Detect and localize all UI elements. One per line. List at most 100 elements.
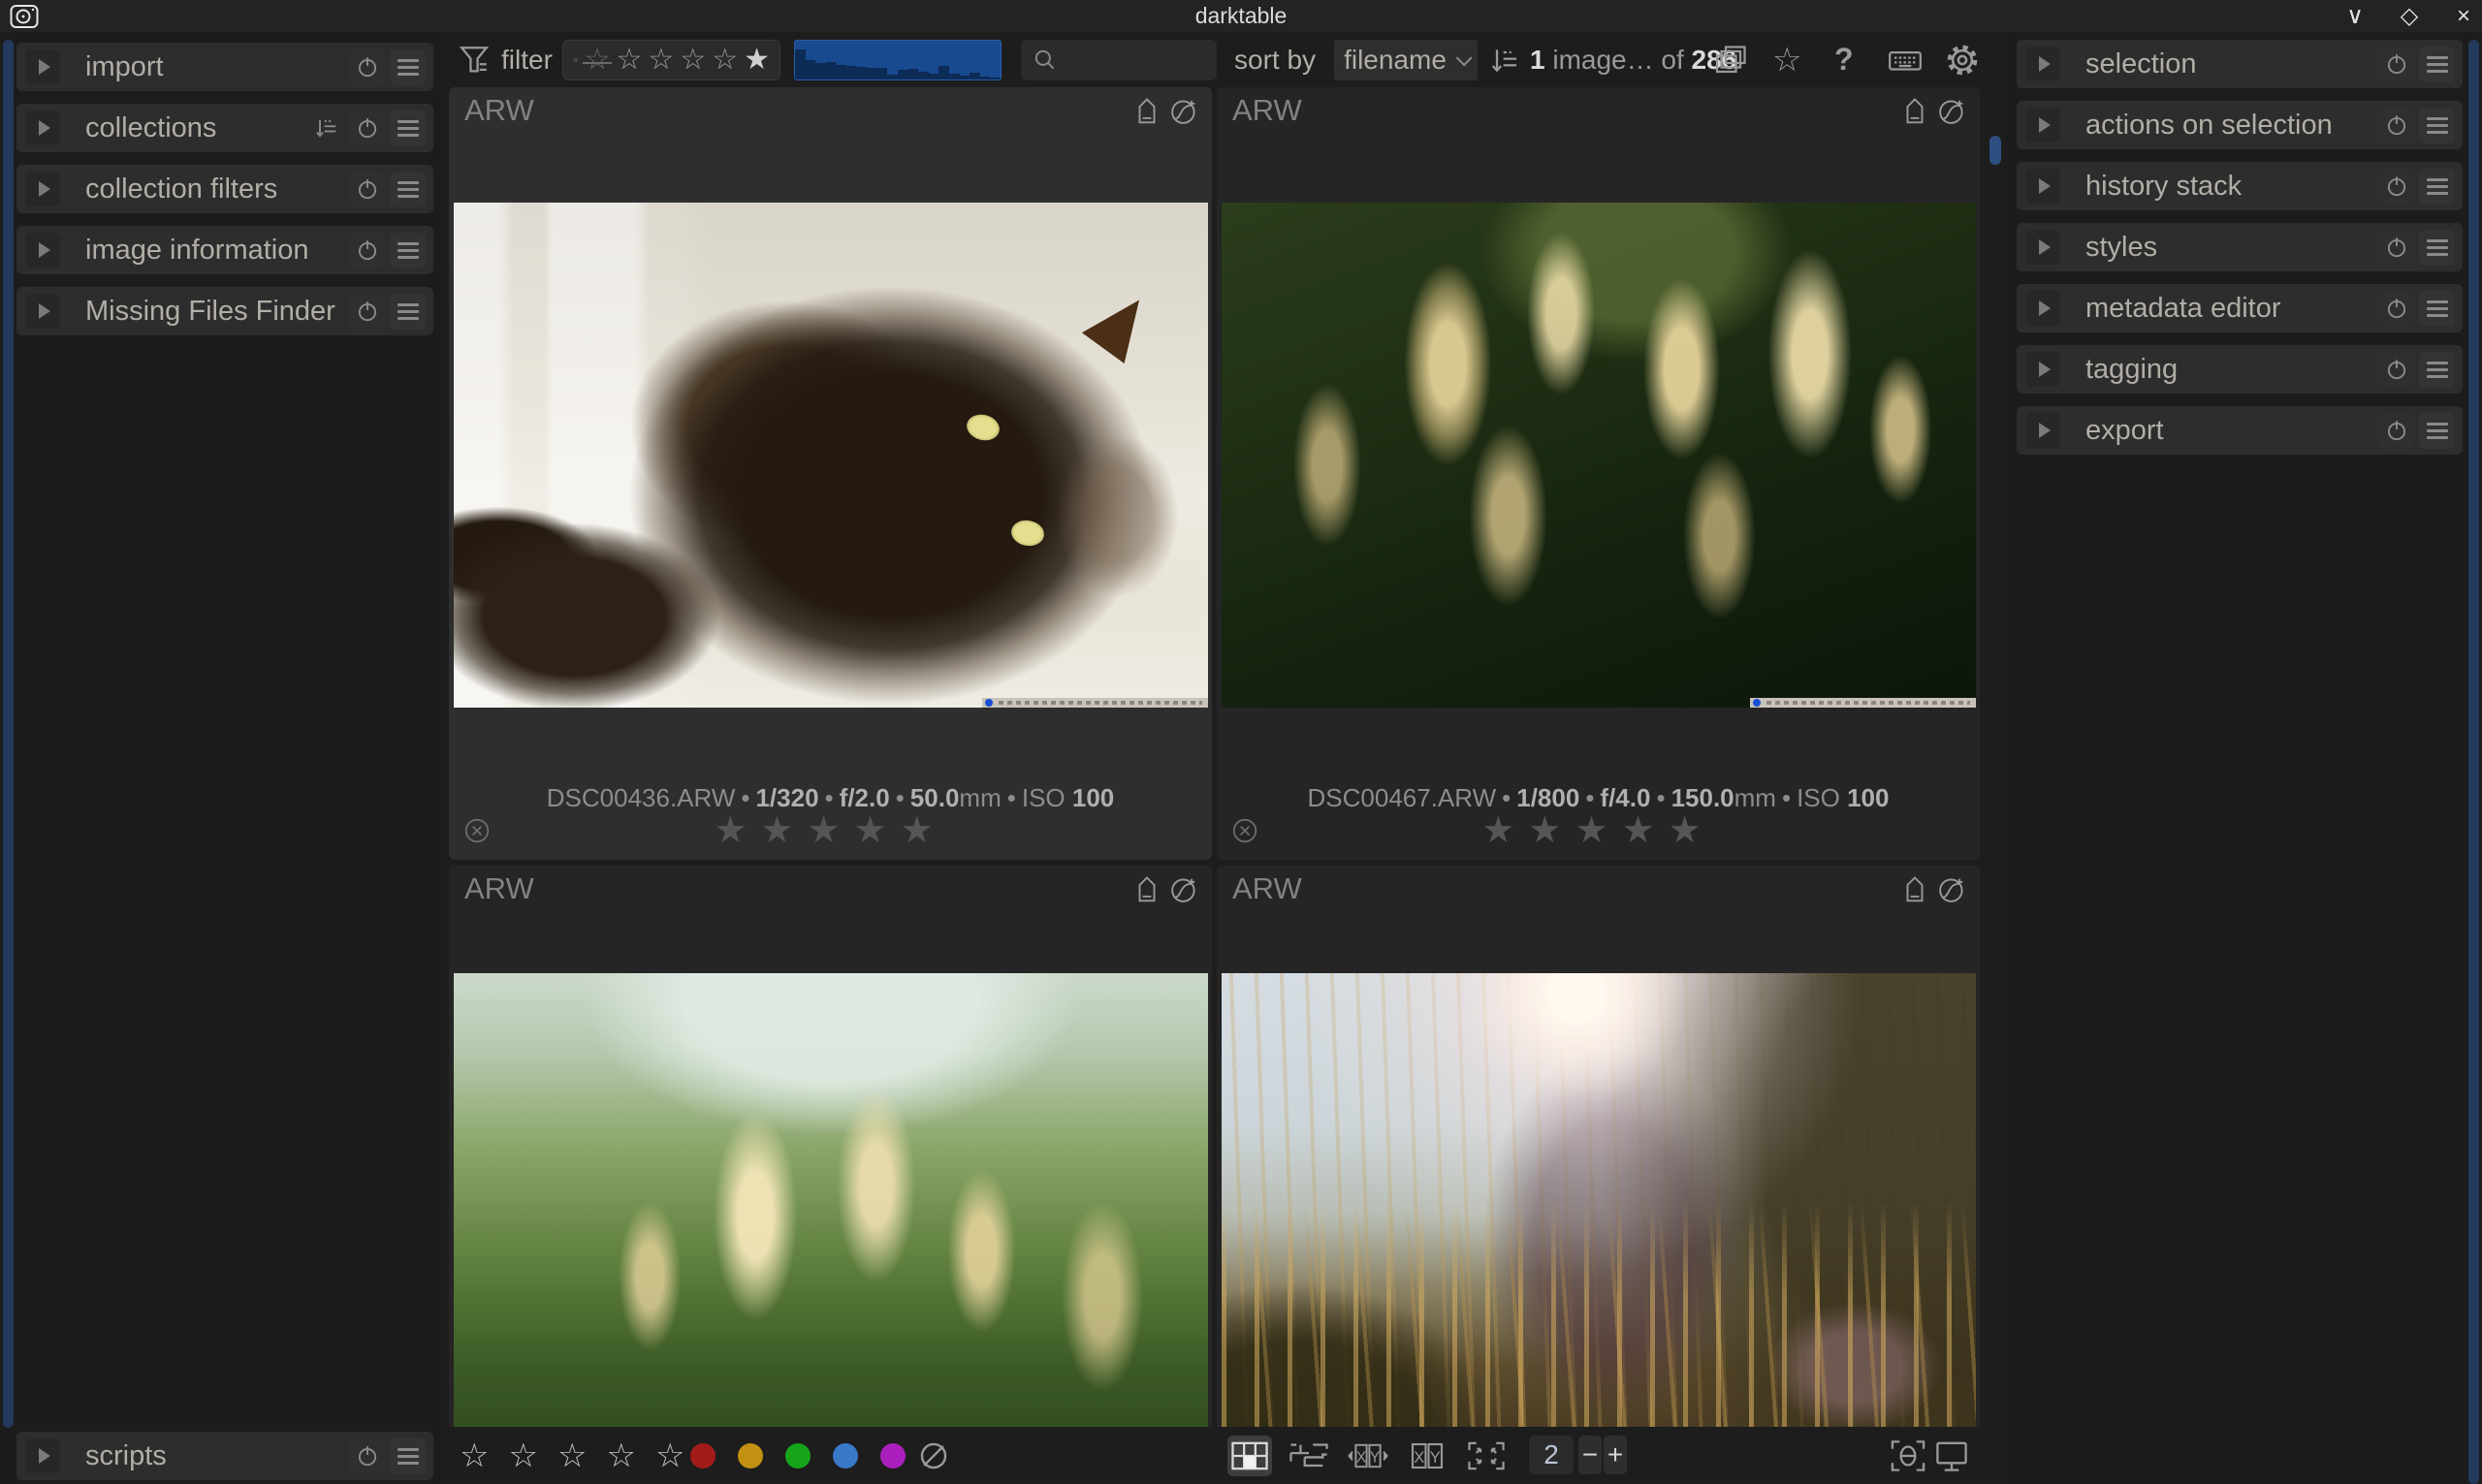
help-icon[interactable]: ? [1834,32,1854,87]
thumbnail-image-dsc00467[interactable] [1222,203,1976,708]
reset-icon[interactable] [349,49,385,85]
thumbnail-cell-4[interactable]: ARW [1217,866,1980,1427]
star-rating[interactable]: ★★★★★ [449,812,1212,849]
presets-menu-icon[interactable] [390,294,426,330]
presets-menu-icon[interactable] [2419,47,2455,82]
rating-star-1[interactable]: ☆ [460,1437,489,1475]
expand-arrow-icon[interactable] [25,233,60,268]
presets-menu-icon[interactable] [2419,291,2455,327]
panel-metadata-editor[interactable]: metadata editor [2017,284,2463,332]
thumbnail-image[interactable] [1222,973,1976,1427]
panel-tagging[interactable]: tagging [2017,345,2463,394]
reset-icon[interactable] [2378,108,2414,143]
panel-export[interactable]: export [2017,406,2463,455]
color-label-red[interactable] [690,1443,716,1468]
sort-icon[interactable] [308,111,344,146]
search-input[interactable] [1021,40,1217,80]
expand-arrow-icon[interactable] [2025,291,2060,326]
expand-arrow-icon[interactable] [25,49,60,84]
panel-collections[interactable]: collections [16,104,433,152]
thumbnail-cell-1[interactable]: ARW DSC00436.ARW•1/320•f/2.0•50.0mm•ISO … [449,87,1212,860]
presets-menu-icon[interactable] [2419,169,2455,205]
presets-menu-icon[interactable] [2419,230,2455,266]
color-label-green[interactable] [785,1443,811,1468]
star-rating[interactable]: ★★★★★ [1217,812,1980,849]
reset-icon[interactable] [2378,169,2414,205]
panel-missing-files-finder[interactable]: Missing Files Finder [16,287,433,335]
filter-star-strike[interactable]: ☆ [585,46,611,75]
thumbnail-image[interactable] [454,973,1208,1427]
clear-color-label-icon[interactable] [917,1427,950,1484]
color-label-purple[interactable] [880,1443,906,1468]
expand-arrow-icon[interactable] [25,1438,60,1473]
filter-star-outline[interactable]: ☆ [712,46,738,75]
minimize-button[interactable]: ∨ [2342,0,2368,32]
culling-dynamic-button[interactable]: X Y [1346,1436,1390,1476]
presets-menu-icon[interactable] [2419,413,2455,449]
panel-history-stack[interactable]: history stack [2017,162,2463,210]
filter-star-outline[interactable]: ☆ [648,46,674,75]
color-label-blue[interactable] [833,1443,858,1468]
reset-icon[interactable] [2378,47,2414,82]
panel-selection[interactable]: selection [2017,40,2463,88]
scrollbar-thumb[interactable] [1989,136,2001,165]
expand-arrow-icon[interactable] [2025,169,2060,204]
reset-icon[interactable] [349,233,385,268]
left-panel-handle[interactable] [3,40,14,1428]
expand-arrow-icon[interactable] [2025,230,2060,265]
filter-star-outline[interactable]: ☆ [680,46,706,75]
rating-star-5[interactable]: ☆ [655,1437,684,1475]
color-labels-bar[interactable] [690,1427,906,1484]
zoom-in-button[interactable]: + [1604,1436,1627,1474]
grouping-icon[interactable] [1714,32,1749,87]
reset-icon[interactable] [2378,352,2414,388]
zoom-out-button[interactable]: − [1578,1436,1602,1474]
reset-icon[interactable] [349,1438,385,1474]
thumbnail-cell-2[interactable]: ARW DSC00467.ARW•1/800•f/4.0•150.0mm•ISO… [1217,87,1980,860]
culling-fixed-button[interactable]: X Y [1405,1436,1449,1476]
thumbnail-cell-3[interactable]: ARW [449,866,1212,1427]
sort-field-dropdown[interactable]: filename [1334,40,1478,80]
color-label-yellow[interactable] [738,1443,763,1468]
zoom-level-value[interactable]: 2 [1529,1436,1574,1474]
thumbnail-image-dsc00436[interactable] [454,203,1208,708]
expand-arrow-icon[interactable] [2025,108,2060,142]
panel-collection-filters[interactable]: collection filters [16,165,433,213]
reset-icon[interactable] [349,294,385,330]
grid-scrollbar[interactable] [1989,87,2001,1427]
full-preview-button[interactable] [1464,1436,1509,1476]
presets-menu-icon[interactable] [390,172,426,207]
rating-star-2[interactable]: ☆ [508,1437,537,1475]
rating-filter[interactable]: ☆☆☆☆☆★ [562,40,780,80]
display-profile-button[interactable] [1933,1427,1970,1484]
focus-peaking-button[interactable] [1890,1427,1926,1484]
close-button[interactable]: × [2451,0,2476,32]
panel-actions-on-selection[interactable]: actions on selection [2017,101,2463,149]
rating-star-4[interactable]: ☆ [606,1437,635,1475]
presets-menu-icon[interactable] [390,111,426,146]
panel-image-information[interactable]: image information [16,226,433,274]
panel-styles[interactable]: styles [2017,223,2463,271]
preferences-gear-icon[interactable] [1944,32,1981,87]
expand-arrow-icon[interactable] [2025,47,2060,81]
reset-icon[interactable] [2378,230,2414,266]
filter-star-filled[interactable]: ★ [744,46,770,75]
right-panel-handle[interactable] [2468,40,2479,1484]
expand-arrow-icon[interactable] [25,111,60,145]
overlays-star-icon[interactable]: ☆ [1772,32,1801,87]
rating-stars-bar[interactable]: ☆ ☆ ☆ ☆ ☆ [460,1427,684,1484]
presets-menu-icon[interactable] [390,49,426,85]
expand-arrow-icon[interactable] [25,172,60,206]
reset-icon[interactable] [2378,413,2414,449]
filemanager-layout-button[interactable] [1227,1436,1272,1476]
presets-menu-icon[interactable] [2419,108,2455,143]
rating-star-3[interactable]: ☆ [557,1437,587,1475]
reset-icon[interactable] [349,172,385,207]
sort-order-icon[interactable] [1489,45,1520,76]
reset-icon[interactable] [2378,291,2414,327]
reject-filter-icon[interactable] [573,46,579,75]
maximize-button[interactable]: ◇ [2397,0,2422,32]
zoomable-lighttable-button[interactable] [1287,1436,1331,1476]
expand-arrow-icon[interactable] [2025,352,2060,387]
rating-histogram[interactable] [794,40,1002,80]
